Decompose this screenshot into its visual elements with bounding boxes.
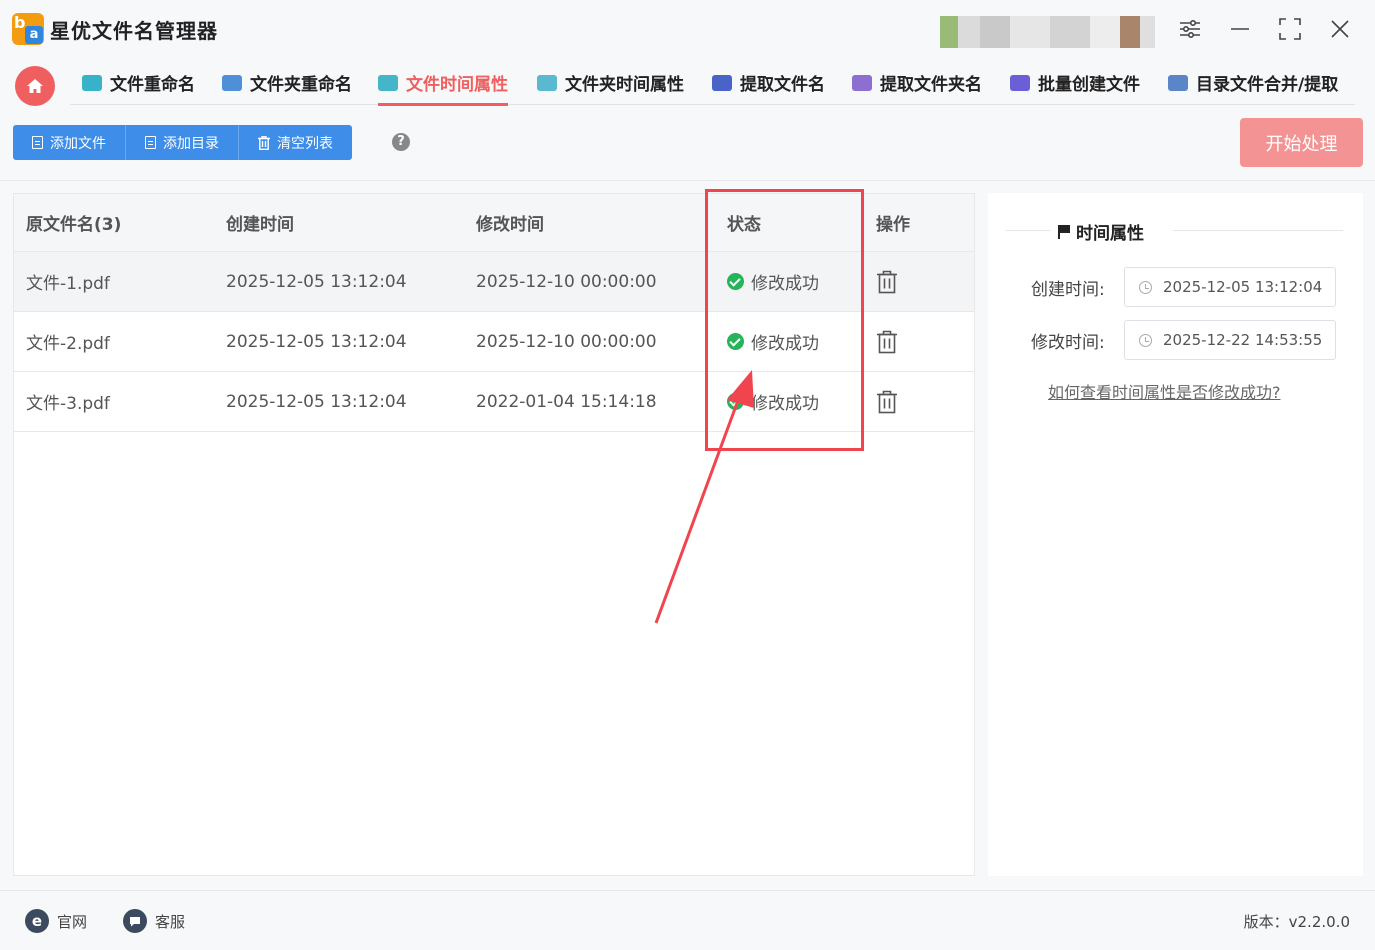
- divider: [1173, 230, 1343, 231]
- tab-extract-foldername[interactable]: 提取文件夹名: [852, 60, 982, 105]
- tab-dir-merge-extract[interactable]: 目录文件合并/提取: [1168, 60, 1338, 105]
- tab-folder-time-attributes[interactable]: 文件夹时间属性: [537, 60, 684, 105]
- support-link[interactable]: 客服: [123, 909, 185, 933]
- header-created[interactable]: 创建时间: [226, 194, 294, 251]
- folder-rename-icon: [222, 74, 242, 91]
- trash-icon: [877, 390, 897, 413]
- document-icon: [32, 136, 43, 149]
- cell-filename: 文件-2.pdf: [26, 334, 110, 354]
- minimize-icon[interactable]: [1225, 14, 1255, 44]
- close-icon[interactable]: [1325, 14, 1355, 44]
- modified-time-label: 修改时间:: [1031, 333, 1105, 353]
- dir-merge-icon: [1168, 74, 1188, 91]
- website-link[interactable]: e 官网: [25, 909, 87, 933]
- table-row[interactable]: 文件-1.pdf 2025-12-05 13:12:04 2025-12-10 …: [14, 252, 974, 312]
- help-icon[interactable]: ?: [392, 133, 410, 151]
- cell-filename: 文件-3.pdf: [26, 394, 110, 414]
- start-processing-button[interactable]: 开始处理: [1240, 118, 1363, 167]
- modified-time-input[interactable]: 2025-12-22 14:53:55: [1124, 320, 1336, 360]
- browser-e-icon: e: [25, 909, 49, 933]
- table-header: 原文件名(3) 创建时间 修改时间 状态 操作: [14, 194, 974, 252]
- folder-time-icon: [537, 74, 557, 91]
- success-check-icon: [727, 333, 744, 350]
- file-table: 原文件名(3) 创建时间 修改时间 状态 操作 文件-1.pdf 2025-12…: [13, 193, 975, 876]
- tab-folder-rename[interactable]: 文件夹重命名: [222, 60, 352, 105]
- divider: [0, 180, 1375, 181]
- tab-file-rename[interactable]: 文件重命名: [82, 60, 195, 105]
- success-check-icon: [727, 273, 744, 290]
- add-file-button[interactable]: 添加文件: [13, 125, 126, 160]
- batch-create-icon: [1010, 74, 1030, 91]
- header-action: 操作: [876, 215, 910, 235]
- cell-status: 修改成功: [727, 312, 819, 371]
- trash-icon: [877, 330, 897, 353]
- version-label: 版本：v2.2.0.0: [1243, 913, 1350, 931]
- divider: [1006, 230, 1050, 231]
- extract-foldername-icon: [852, 74, 872, 91]
- trash-icon: [258, 135, 270, 150]
- flag-icon: [1058, 224, 1070, 239]
- header-filename[interactable]: 原文件名(3): [26, 194, 121, 251]
- panel-title: 时间属性: [1058, 219, 1144, 244]
- cell-status: 修改成功: [727, 372, 819, 431]
- cell-status: 修改成功: [727, 252, 819, 311]
- success-check-icon: [727, 393, 744, 410]
- home-button[interactable]: [15, 66, 55, 106]
- cell-modified: 2025-12-10 00:00:00: [476, 271, 657, 292]
- help-link[interactable]: 如何查看时间属性是否修改成功?: [1048, 379, 1281, 403]
- table-row[interactable]: 文件-2.pdf 2025-12-05 13:12:04 2025-12-10 …: [14, 312, 974, 372]
- cell-created: 2025-12-05 13:12:04: [226, 331, 407, 352]
- delete-row-button[interactable]: [876, 312, 898, 371]
- document-icon: [145, 136, 156, 149]
- tab-batch-create[interactable]: 批量创建文件: [1010, 60, 1140, 105]
- table-row[interactable]: 文件-3.pdf 2025-12-05 13:12:04 2022-01-04 …: [14, 372, 974, 432]
- title-bar: ba 星优文件名管理器: [0, 0, 1375, 58]
- cell-modified: 2025-12-10 00:00:00: [476, 331, 657, 352]
- created-time-label: 创建时间:: [1031, 280, 1105, 300]
- home-icon: [27, 79, 43, 93]
- app-logo-icon: ba: [12, 13, 44, 45]
- toolbar: 添加文件 添加目录 清空列表: [13, 125, 352, 160]
- header-status[interactable]: 状态: [727, 194, 761, 251]
- cell-created: 2025-12-05 13:12:04: [226, 271, 407, 292]
- nav-tabs: 文件重命名 文件夹重命名 文件时间属性 文件夹时间属性 提取文件名 提取文件夹名…: [70, 60, 1355, 106]
- clock-icon: [1139, 281, 1152, 294]
- add-directory-button[interactable]: 添加目录: [126, 125, 239, 160]
- time-attributes-panel: 时间属性 创建时间: 2025-12-05 13:12:04 修改时间: 202…: [988, 193, 1363, 876]
- cell-filename: 文件-1.pdf: [26, 274, 110, 294]
- file-rename-icon: [82, 74, 102, 91]
- footer: e 官网 客服 版本：v2.2.0.0: [0, 890, 1375, 950]
- maximize-icon[interactable]: [1275, 14, 1305, 44]
- cell-created: 2025-12-05 13:12:04: [226, 391, 407, 412]
- tab-file-time-attributes[interactable]: 文件时间属性: [378, 60, 508, 106]
- cell-modified: 2022-01-04 15:14:18: [476, 391, 657, 412]
- clock-icon: [1139, 334, 1152, 347]
- delete-row-button[interactable]: [876, 252, 898, 311]
- tab-extract-filename[interactable]: 提取文件名: [712, 60, 825, 105]
- created-time-input[interactable]: 2025-12-05 13:12:04: [1124, 267, 1336, 307]
- trash-icon: [877, 270, 897, 293]
- delete-row-button[interactable]: [876, 372, 898, 431]
- header-modified[interactable]: 修改时间: [476, 194, 544, 251]
- clear-list-button[interactable]: 清空列表: [239, 125, 352, 160]
- app-title: 星优文件名管理器: [50, 19, 218, 43]
- chat-bubble-icon: [123, 909, 147, 933]
- settings-sliders-icon[interactable]: [1175, 14, 1205, 44]
- user-avatar[interactable]: [940, 16, 1155, 48]
- extract-filename-icon: [712, 74, 732, 91]
- file-time-icon: [378, 74, 398, 91]
